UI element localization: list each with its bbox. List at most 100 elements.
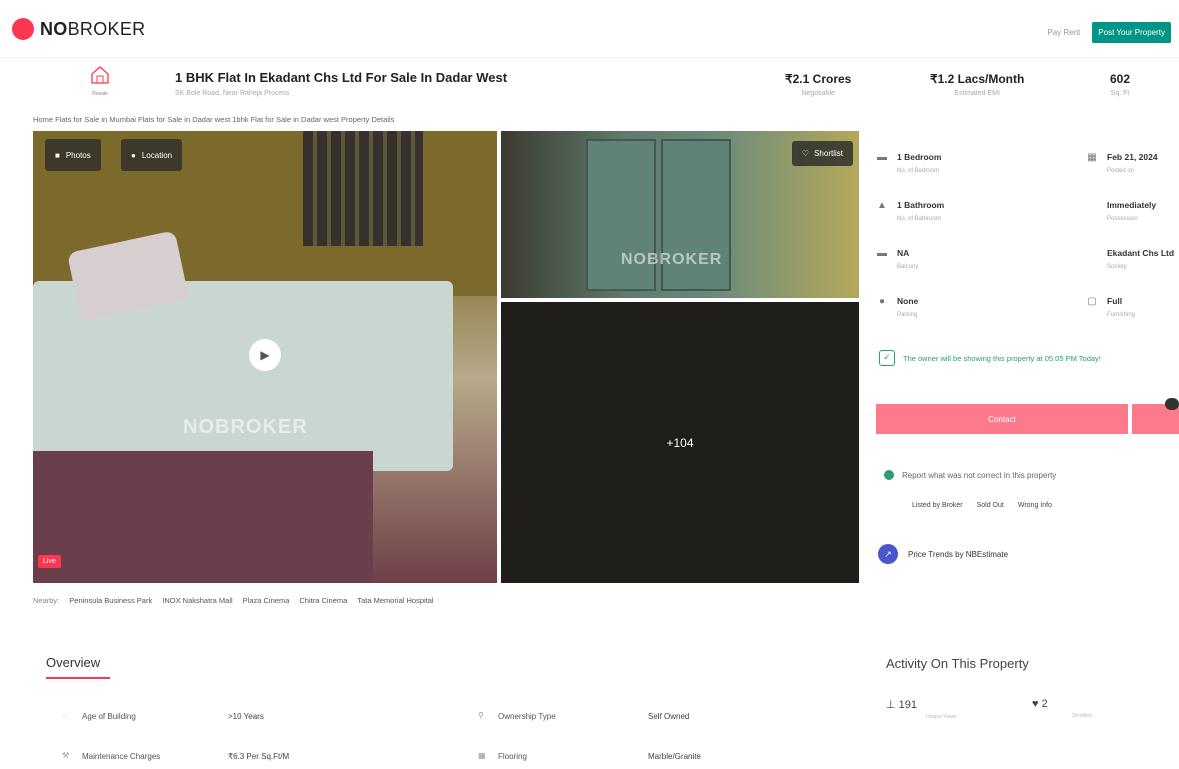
overview-flooring: ▦ Flooring	[478, 751, 527, 761]
nearby-item[interactable]: Plaza Cinema	[243, 596, 290, 605]
contact-button[interactable]: Contact	[876, 404, 1128, 434]
info-sub: No. of Bathroom	[897, 216, 941, 222]
activity-title: Activity On This Property	[886, 656, 1029, 671]
logo-text: NOBROKER	[40, 18, 146, 39]
logo-circle-icon	[12, 18, 34, 40]
info-value: NA	[897, 248, 910, 258]
emi-sub[interactable]: Estimated EMI	[930, 90, 1024, 97]
possession-icon	[1085, 200, 1099, 214]
location-pin-icon: ●	[131, 150, 136, 160]
overview-label: Flooring	[498, 751, 527, 761]
heart-filled-icon: ♥	[1032, 698, 1042, 710]
info-value: None	[897, 296, 919, 306]
views-sub: Unique Views	[926, 714, 957, 720]
info-balcony: ▬ NA Balcony	[875, 248, 918, 270]
overview-maintenance: ⚒ Maintenance Charges	[62, 751, 160, 761]
overview-value: >10 Years	[228, 712, 264, 721]
price-trends-link[interactable]: ↗ Price Trends by NBEstimate	[878, 544, 1008, 564]
report-wrong-info[interactable]: Wrong Info	[1018, 502, 1052, 509]
shortlists-sub: Shortlists	[1072, 713, 1093, 719]
resale-badge: Resale	[86, 64, 114, 100]
info-value: 1 Bathroom	[897, 200, 945, 210]
info-possession: Immediately Possession	[1085, 200, 1156, 222]
nearby-item[interactable]: Tata Memorial Hospital	[357, 596, 433, 605]
overview-value: Marble/Granite	[648, 752, 701, 761]
nearby-item[interactable]: Chitra Cinema	[299, 596, 347, 605]
owner-showing-notice: ✓ The owner will be showing this propert…	[879, 350, 1101, 366]
info-sub: Balcony	[897, 264, 919, 270]
notification-badge	[1165, 398, 1179, 410]
flooring-icon: ▦	[478, 751, 486, 760]
area-value: 602	[1110, 72, 1131, 86]
activity-views: ⊥ 191 Unique Views	[886, 698, 956, 720]
furnish-icon: ▢	[1087, 296, 1097, 307]
overview-label: Age of Building	[82, 711, 136, 721]
report-links: Listed by Broker Sold Out Wrong Info	[912, 502, 1052, 509]
info-value: 1 Bedroom	[897, 152, 942, 162]
more-photos-tile[interactable]: +104	[501, 302, 859, 583]
info-sub: Furnishing	[1107, 312, 1136, 318]
heart-icon: ♡	[801, 149, 810, 158]
report-section: Report what was not correct in this prop…	[884, 470, 1056, 480]
info-value: Feb 21, 2024	[1107, 152, 1158, 162]
overview-label: Maintenance Charges	[82, 751, 161, 761]
calendar-check-icon: ✓	[879, 350, 895, 366]
shortlist-label: Shortlist	[814, 149, 843, 158]
info-sub: Possession	[1107, 216, 1138, 222]
car-icon: ●	[878, 296, 886, 307]
shortlist-button[interactable]: ♡ Shortlist	[791, 141, 853, 166]
nearby-item[interactable]: Peninsula Business Park	[69, 596, 152, 605]
bed-icon: ▬	[877, 152, 887, 163]
bath-icon: ▲	[877, 200, 887, 211]
header-actions: Pay Rent Post Your Property	[1047, 22, 1171, 43]
price-sub: Negotiable	[801, 90, 835, 97]
post-property-button[interactable]: Post Your Property	[1092, 22, 1171, 43]
price-value: ₹2.1 Crores	[785, 72, 852, 86]
side-photo[interactable]: NOBROKER ♡ Shortlist	[501, 131, 859, 298]
info-value: Ekadant Chs Ltd	[1107, 248, 1175, 258]
building-age-icon: ◌	[62, 711, 67, 720]
trends-label: Price Trends by NBEstimate	[908, 549, 1009, 559]
photos-button[interactable]: ■ Photos	[45, 139, 101, 171]
maintenance-icon: ⚒	[62, 751, 70, 760]
info-value: Immediately	[1107, 200, 1157, 210]
shortlists-count: 2	[1041, 698, 1048, 710]
property-address: SK Bole Road, Near Raheja Process	[175, 90, 290, 97]
overview-title[interactable]: Overview	[46, 655, 100, 670]
ownership-icon: ⚲	[478, 711, 484, 720]
info-posted: ▦ Feb 21, 2024 Posted on	[1085, 152, 1158, 174]
report-sold-out[interactable]: Sold Out	[977, 502, 1004, 509]
info-dot-icon	[884, 470, 894, 480]
breadcrumb[interactable]: Home Flats for Sale in Mumbai Flats for …	[33, 115, 394, 124]
overview-label: Ownership Type	[498, 711, 556, 721]
house-icon	[91, 66, 109, 84]
photo-curtain	[303, 131, 423, 246]
info-bathroom: ▲ 1 Bathroom No. of Bathroom	[875, 200, 944, 222]
side-photo-watermark: NOBROKER	[621, 251, 723, 268]
info-society: Ekadant Chs Ltd Society	[1085, 248, 1174, 270]
area-sub: Sq. Ft	[1110, 90, 1130, 97]
overview-age: ◌ Age of Building	[62, 711, 136, 721]
play-video-icon[interactable]: ▶	[249, 339, 281, 371]
info-furnishing: ▢ Full Furnishing	[1085, 296, 1135, 318]
pay-rent-link[interactable]: Pay Rent	[1047, 28, 1080, 37]
calendar-icon: ▦	[1087, 152, 1097, 163]
report-listed-by-broker[interactable]: Listed by Broker	[912, 502, 963, 509]
main-photo[interactable]: NOBROKER ■ Photos ● Location ▶ Live	[33, 131, 497, 583]
info-value: Full	[1107, 296, 1123, 306]
nearby-list: Nearby: Peninsula Business Park INOX Nak…	[33, 596, 434, 605]
nobroker-logo[interactable]: NOBROKER	[12, 18, 145, 40]
price-block: ₹2.1 Crores Negotiable	[785, 72, 851, 97]
info-bedroom: ▬ 1 Bedroom No. of Bedroom	[875, 152, 941, 174]
society-icon	[1085, 248, 1099, 262]
report-text: Report what was not correct in this prop…	[902, 470, 1057, 480]
camera-icon: ■	[55, 150, 60, 160]
nearby-item[interactable]: INOX Nakshatra Mall	[162, 596, 232, 605]
location-button[interactable]: ● Location	[121, 139, 183, 171]
area-block: 602 Sq. Ft	[1110, 72, 1130, 97]
photo-bed-base	[33, 451, 373, 583]
photo-gallery: NOBROKER ■ Photos ● Location ▶ Live NOBR…	[33, 131, 859, 583]
info-parking: ● None Parking	[875, 296, 918, 318]
balcony-icon: ▬	[877, 248, 887, 259]
showing-text: The owner will be showing this property …	[903, 353, 1101, 363]
